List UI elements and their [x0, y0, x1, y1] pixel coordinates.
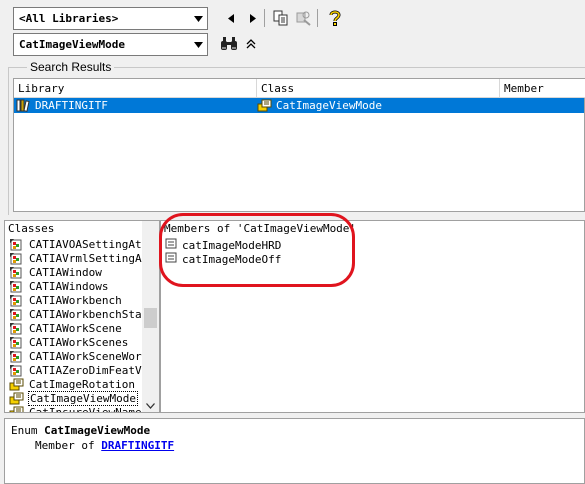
list-item-label: CATIAWindow	[29, 265, 102, 279]
class-icon	[9, 294, 25, 307]
class-icon	[9, 238, 25, 251]
search-results-list[interactable]: Library Class Member DRAFTINGITF CatImag…	[13, 78, 585, 212]
list-item[interactable]: CATIAWorkbenchStati	[9, 307, 156, 321]
chevron-down-icon[interactable]	[190, 34, 207, 55]
toolbar-separator	[264, 9, 265, 27]
list-item-label: CATIAWorkScene	[29, 321, 122, 335]
result-class: CatImageViewMode	[276, 99, 382, 112]
list-item-label: CatImageRotation	[29, 377, 135, 391]
collapse-icon[interactable]	[240, 33, 262, 55]
list-item-label: CATIAWorkScenes	[29, 335, 129, 349]
enum-icon	[9, 378, 25, 391]
classes-pane[interactable]: Classes CATIAVOASettingAtt CATIAVrmlSetti…	[4, 220, 160, 413]
list-item[interactable]: CATIAVrmlSettingAtt	[9, 251, 156, 265]
search-results-title: Search Results	[27, 60, 115, 74]
list-item[interactable]: CATIAWorkbench	[9, 293, 123, 307]
list-item-label: CATIAWindows	[29, 279, 109, 293]
library-icon	[16, 99, 32, 112]
details-library-link[interactable]: DRAFTINGITF	[101, 439, 174, 452]
scroll-down-icon[interactable]	[146, 399, 155, 412]
library-combo-value: <All Libraries>	[19, 12, 119, 25]
scrollbar-thumb[interactable]	[144, 308, 157, 328]
class-icon	[9, 252, 25, 265]
classes-title: Classes	[8, 222, 55, 235]
search-combo-value: CatImageViewMode	[19, 38, 125, 51]
copy-icon[interactable]	[270, 7, 292, 29]
list-item[interactable]: CATIAWindow	[9, 265, 103, 279]
list-item-label: CATIAWorkSceneWorkb	[29, 349, 155, 363]
forward-icon[interactable]	[242, 7, 264, 29]
column-header-class[interactable]: Class	[257, 79, 500, 98]
details-kind: Enum	[11, 424, 38, 437]
list-item[interactable]: CATIAWorkScenes	[9, 335, 129, 349]
list-item[interactable]: CATIAVOASettingAtt	[9, 237, 149, 251]
class-icon	[9, 350, 25, 363]
list-item-label: CATIAVrmlSettingAtt	[29, 251, 155, 265]
list-item[interactable]: CATIAWorkScene	[9, 321, 123, 335]
column-header-library[interactable]: Library	[14, 79, 257, 98]
list-item[interactable]: CatImageViewMode	[9, 390, 138, 406]
details-name: CatImageViewMode	[44, 424, 151, 437]
chevron-down-icon[interactable]	[190, 8, 207, 29]
class-icon	[9, 336, 25, 349]
class-icon	[9, 280, 25, 293]
list-item[interactable]: CATIAWorkSceneWorkb	[9, 349, 156, 363]
result-library: DRAFTINGITF	[35, 99, 108, 112]
list-item-label: CATIAZeroDimFeatVer	[29, 363, 155, 377]
list-item-label: CatImageViewMode	[28, 390, 138, 406]
class-icon	[9, 364, 25, 377]
list-item[interactable]: CatImageRotation	[9, 377, 136, 391]
details-pane: Enum CatImageViewMode Member of DRAFTING…	[4, 418, 585, 484]
table-row[interactable]: DRAFTINGITF CatImageViewMode	[14, 98, 584, 113]
enum-icon	[9, 406, 25, 412]
class-icon	[9, 308, 25, 321]
list-item-label: CATIAWorkbenchStati	[29, 307, 155, 321]
enum-icon	[257, 99, 273, 112]
enum-icon	[9, 392, 25, 405]
class-icon	[9, 322, 25, 335]
list-item[interactable]: CATIAZeroDimFeatVer	[9, 363, 156, 377]
search-combo[interactable]: CatImageViewMode	[13, 33, 208, 56]
class-icon	[9, 266, 25, 279]
column-header-member[interactable]: Member	[500, 79, 585, 98]
list-item-label: CATIAVOASettingAtt	[29, 237, 149, 251]
back-icon[interactable]	[220, 7, 242, 29]
list-item-label: CatInsureViewNamesl	[29, 405, 155, 413]
help-icon[interactable]	[324, 7, 346, 29]
details-member-of: Member of	[35, 439, 95, 452]
toolbar-separator	[317, 9, 318, 27]
library-combo[interactable]: <All Libraries>	[13, 7, 208, 30]
list-item[interactable]: CatInsureViewNamesl	[9, 405, 156, 413]
annotation-highlight	[159, 213, 355, 287]
view-definition-icon[interactable]	[292, 7, 314, 29]
list-item[interactable]: CATIAWindows	[9, 279, 109, 293]
list-item-label: CATIAWorkbench	[29, 293, 122, 307]
classes-scrollbar[interactable]	[142, 221, 159, 412]
binoculars-icon[interactable]	[218, 33, 240, 55]
